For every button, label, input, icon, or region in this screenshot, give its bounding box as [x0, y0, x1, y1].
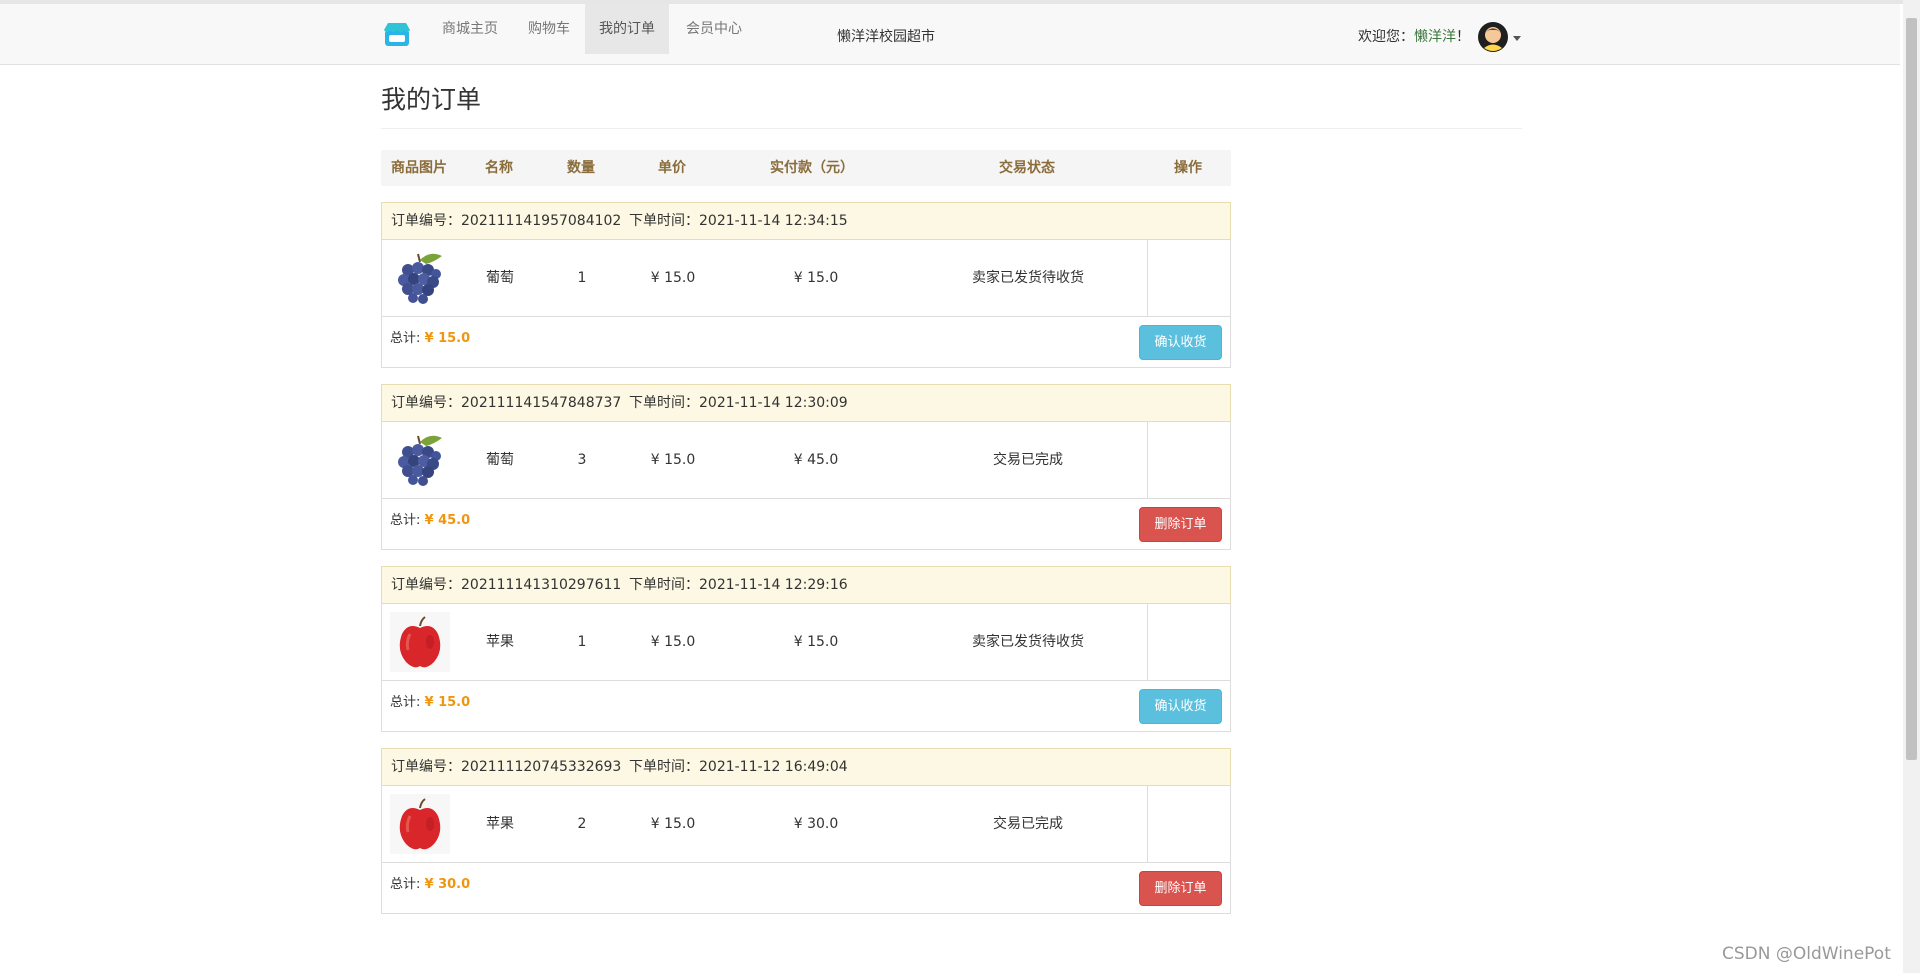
delete-order-button[interactable]: 删除订单 — [1139, 507, 1222, 542]
paid-amount: ¥ 15.0 — [793, 634, 839, 650]
welcome-prefix: 欢迎您： — [1358, 29, 1414, 45]
store-logo-icon[interactable] — [383, 22, 411, 48]
unit-price: ¥ 15.0 — [650, 270, 696, 286]
total-label: 总计: — [390, 695, 425, 710]
scrollbar-thumb[interactable] — [1906, 18, 1917, 760]
order-time: 下单时间：2021-11-14 12:29:16 — [629, 577, 848, 593]
order-item-row: 苹果 1 ¥ 15.0 ¥ 15.0 卖家已发货待收货 — [381, 604, 1231, 680]
order-header: 订单编号：202111120745332693 下单时间：2021-11-12 … — [381, 748, 1231, 786]
unit-price: ¥ 15.0 — [650, 452, 696, 468]
order-status: 交易已完成 — [993, 452, 1063, 468]
order-status: 交易已完成 — [993, 816, 1063, 832]
paid-amount: ¥ 45.0 — [793, 452, 839, 468]
order-status: 卖家已发货待收货 — [972, 270, 1084, 286]
welcome-text: 欢迎您：懒洋洋！ — [1358, 26, 1470, 46]
action-cell-divider — [1147, 240, 1148, 316]
order-header: 订单编号：202111141310297611 下单时间：2021-11-14 … — [381, 566, 1231, 604]
order-number: 订单编号：202111141547848737 — [391, 395, 622, 411]
order-total: 总计: ¥ 45.0 — [390, 509, 470, 528]
order-total: 总计: ¥ 30.0 — [390, 873, 470, 892]
product-name: 葡萄 — [486, 452, 514, 468]
quantity: 1 — [577, 634, 587, 650]
order-number: 订单编号：202111141310297611 — [391, 577, 622, 593]
user-menu-caret-icon[interactable] — [1513, 36, 1521, 41]
order-header: 订单编号：202111141957084102 下单时间：2021-11-14 … — [381, 202, 1231, 240]
col-image: 商品图片 — [391, 160, 447, 176]
nav-member-center[interactable]: 会员中心 — [672, 4, 756, 54]
col-name: 名称 — [485, 160, 513, 176]
order-status: 卖家已发货待收货 — [972, 634, 1084, 650]
delete-order-button[interactable]: 删除订单 — [1139, 871, 1222, 906]
watermark: CSDN @OldWinePot — [1722, 944, 1891, 964]
quantity: 2 — [577, 816, 587, 832]
product-name: 葡萄 — [486, 270, 514, 286]
title-divider — [381, 128, 1522, 129]
navbar: 商城主页 购物车 我的订单 会员中心 懒洋洋校园超市 欢迎您：懒洋洋！ — [0, 4, 1900, 65]
unit-price: ¥ 15.0 — [650, 634, 696, 650]
total-amount: ¥ 15.0 — [424, 331, 471, 346]
action-cell-divider — [1147, 786, 1148, 862]
order-item-row: 葡萄 1 ¥ 15.0 ¥ 15.0 卖家已发货待收货 — [381, 240, 1231, 316]
username: 懒洋洋 — [1414, 29, 1456, 45]
order-item-row: 苹果 2 ¥ 15.0 ¥ 30.0 交易已完成 — [381, 786, 1231, 862]
total-amount: ¥ 15.0 — [424, 695, 471, 710]
orders-table-header: 商品图片 名称 数量 单价 实付款（元） 交易状态 操作 — [381, 150, 1231, 186]
grape-image[interactable] — [390, 248, 450, 308]
order-number: 订单编号：202111141957084102 — [391, 213, 622, 229]
order-total: 总计: ¥ 15.0 — [390, 327, 470, 346]
total-label: 总计: — [390, 513, 425, 528]
quantity: 3 — [577, 452, 587, 468]
unit-price: ¥ 15.0 — [650, 816, 696, 832]
nav-home[interactable]: 商城主页 — [428, 4, 512, 54]
total-amount: ¥ 45.0 — [424, 513, 471, 528]
nav-my-orders[interactable]: 我的订单 — [585, 4, 669, 54]
paid-amount: ¥ 30.0 — [793, 816, 839, 832]
product-name: 苹果 — [486, 816, 514, 832]
apple-image[interactable] — [390, 612, 450, 672]
action-cell-divider — [1147, 422, 1148, 498]
col-paid: 实付款（元） — [770, 160, 854, 176]
confirm-receipt-button[interactable]: 确认收货 — [1139, 325, 1222, 360]
confirm-receipt-button[interactable]: 确认收货 — [1139, 689, 1222, 724]
order-time: 下单时间：2021-11-14 12:34:15 — [629, 213, 848, 229]
order-header: 订单编号：202111141547848737 下单时间：2021-11-14 … — [381, 384, 1231, 422]
quantity: 1 — [577, 270, 587, 286]
grape-image[interactable] — [390, 430, 450, 490]
action-cell-divider — [1147, 604, 1148, 680]
page-title: 我的订单 — [381, 85, 482, 114]
welcome-suffix: ！ — [1456, 29, 1470, 45]
order-total: 总计: ¥ 15.0 — [390, 691, 470, 710]
order-footer: 总计: ¥ 30.0 删除订单 — [381, 862, 1231, 914]
order-number: 订单编号：202111120745332693 — [391, 759, 622, 775]
apple-image[interactable] — [390, 794, 450, 854]
store-name: 懒洋洋校园超市 — [837, 29, 935, 45]
order-time: 下单时间：2021-11-12 16:49:04 — [629, 759, 848, 775]
order-time: 下单时间：2021-11-14 12:30:09 — [629, 395, 848, 411]
col-price: 单价 — [658, 160, 686, 176]
total-label: 总计: — [390, 331, 425, 346]
user-avatar-icon[interactable] — [1478, 22, 1508, 52]
product-name: 苹果 — [486, 634, 514, 650]
col-action: 操作 — [1174, 160, 1202, 176]
col-status: 交易状态 — [999, 160, 1055, 176]
order-footer: 总计: ¥ 45.0 删除订单 — [381, 498, 1231, 550]
order-footer: 总计: ¥ 15.0 确认收货 — [381, 680, 1231, 732]
total-amount: ¥ 30.0 — [424, 877, 471, 892]
order-item-row: 葡萄 3 ¥ 15.0 ¥ 45.0 交易已完成 — [381, 422, 1231, 498]
nav-cart[interactable]: 购物车 — [514, 4, 584, 54]
order-footer: 总计: ¥ 15.0 确认收货 — [381, 316, 1231, 368]
col-qty: 数量 — [567, 160, 595, 176]
paid-amount: ¥ 15.0 — [793, 270, 839, 286]
total-label: 总计: — [390, 877, 425, 892]
